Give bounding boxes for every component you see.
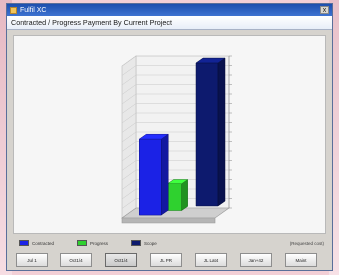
app-icon <box>10 6 17 14</box>
page-title: Contracted / Progress Payment By Current… <box>7 16 332 30</box>
title-bar: Fulfil XC x <box>7 4 332 16</box>
bar-progress-side <box>181 179 188 212</box>
nav-button-6[interactable]: Jan+42 <box>240 253 272 267</box>
legend-swatch-contracted <box>19 240 29 246</box>
nav-button-2[interactable]: Oct1/4 <box>60 253 92 267</box>
window-title: Fulfil XC <box>20 6 47 14</box>
legend-note: (Requested cost) <box>289 241 324 246</box>
nav-button-3[interactable]: Oct1/4 <box>105 253 137 267</box>
nav-button-4[interactable]: JL PR <box>150 253 182 267</box>
nav-button-1[interactable]: Jul 1 <box>16 253 48 267</box>
bar-scope <box>195 62 219 207</box>
legend-item-scope: Scope <box>131 240 157 246</box>
nav-button-7[interactable]: Maint <box>285 253 317 267</box>
legend-item-contracted: Contracted <box>19 240 54 246</box>
navigation-buttons: Jul 1 Oct1/4 Oct1/4 JL PR JL Lat4 Jan+42… <box>14 253 328 268</box>
legend-item-progress: Progress <box>77 240 108 246</box>
legend-label-scope: Scope <box>144 240 157 246</box>
chart-panel <box>13 35 326 234</box>
legend-label-progress: Progress <box>90 240 109 246</box>
legend-label-contracted: Contracted <box>32 240 55 246</box>
nav-button-5[interactable]: JL Lat4 <box>195 253 227 267</box>
bar-progress <box>167 183 182 211</box>
legend-swatch-scope <box>131 240 141 246</box>
bar-scope-side <box>217 57 226 207</box>
bar-contracted-side <box>161 133 169 216</box>
bar-contracted <box>139 138 162 216</box>
legend-swatch-progress <box>77 240 87 246</box>
app-window: Fulfil XC x Contracted / Progress Paymen… <box>6 3 333 271</box>
bar-chart-3d <box>121 55 232 224</box>
legend: Contracted Progress Scope (Requested cos… <box>15 240 327 250</box>
close-button[interactable]: x <box>320 6 329 14</box>
chart-floor-edge <box>121 217 216 224</box>
